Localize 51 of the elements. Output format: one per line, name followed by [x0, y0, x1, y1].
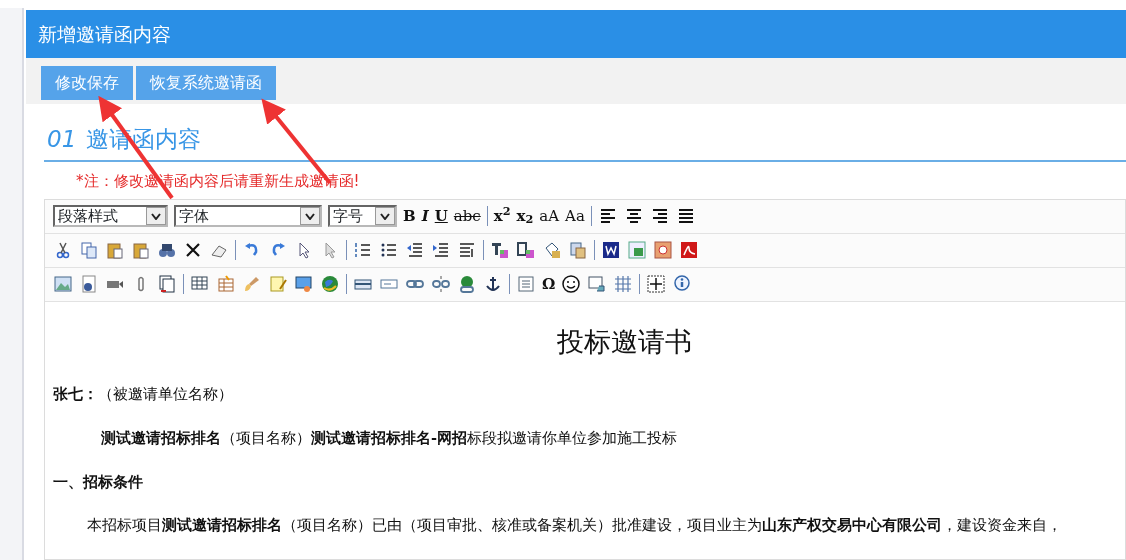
pdf-icon[interactable]	[679, 240, 699, 260]
paragraph-icon[interactable]	[457, 240, 477, 260]
caret-icon[interactable]	[380, 212, 390, 220]
highlight-color-icon[interactable]	[516, 240, 536, 260]
text-color-icon[interactable]	[490, 240, 510, 260]
toolbar-button[interactable]: x$^{2}$	[493, 208, 511, 224]
outdent-icon[interactable]	[405, 240, 425, 260]
table-edit-icon[interactable]	[216, 274, 236, 294]
document-title: 投标邀请书	[555, 324, 693, 359]
paragraph: 测试邀请招标排名（项目名称）测试邀请招标排名-网招标段拟邀请你单位参加施工投标	[100, 428, 679, 448]
grid-icon[interactable]	[613, 274, 634, 294]
page-break-icon[interactable]	[157, 274, 177, 294]
fullscreen-icon[interactable]	[646, 274, 667, 294]
toolbar-button[interactable]: B	[403, 208, 416, 224]
image-icon[interactable]	[53, 274, 73, 294]
section-number: 01	[47, 124, 77, 154]
spreadsheet-icon[interactable]	[627, 240, 647, 260]
indent-icon[interactable]	[431, 240, 451, 260]
dropdown[interactable]: 字体	[174, 205, 322, 227]
numbered-list-icon[interactable]	[353, 240, 373, 260]
toolbar-button[interactable]: Aa	[565, 208, 585, 224]
section-heading: 一、招标条件	[53, 472, 144, 492]
toolbar-button[interactable]: x$_{2}$	[516, 208, 534, 224]
dialog-title: 新增邀请函内容	[26, 10, 1126, 58]
paragraph: 张七：（被邀请单位名称）	[53, 385, 234, 404]
anchor-icon[interactable]	[483, 274, 503, 294]
info-icon[interactable]	[672, 274, 693, 294]
globe-link-icon[interactable]	[457, 274, 477, 294]
dropdown[interactable]: 字号	[328, 205, 397, 227]
smiley-icon[interactable]	[561, 274, 582, 294]
copy-icon[interactable]	[79, 240, 99, 260]
toolbar-button[interactable]: I	[421, 208, 429, 224]
word-document-icon[interactable]	[601, 240, 621, 260]
toolbar-button[interactable]: Ω	[542, 276, 556, 292]
flash-document-icon[interactable]	[79, 274, 99, 294]
paragraph: 本招标项目测试邀请招标排名（项目名称）已由（项目审批、核准或备案机关）批准建设，项目业主为山东产权交易中心有限公司，建设资金来自，	[86, 516, 1063, 536]
toolbar-button[interactable]: abc	[453, 208, 481, 224]
paste-icon[interactable]	[105, 240, 125, 260]
unlink-icon[interactable]	[431, 274, 451, 294]
paste-icon[interactable]	[131, 240, 151, 260]
toolbar-button[interactable]: aA	[539, 208, 560, 224]
format-copy-icon[interactable]	[568, 240, 588, 260]
caret-icon[interactable]	[305, 212, 315, 220]
dropdown[interactable]: 段落样式	[53, 205, 168, 227]
presentation-icon[interactable]	[653, 240, 673, 260]
text-box-icon[interactable]	[587, 274, 608, 294]
screen-icon[interactable]	[294, 274, 314, 294]
toolbar-button[interactable]: U	[434, 208, 448, 224]
globe-icon[interactable]	[320, 274, 340, 294]
note-icon[interactable]	[268, 274, 288, 294]
caret-icon[interactable]	[151, 212, 161, 220]
